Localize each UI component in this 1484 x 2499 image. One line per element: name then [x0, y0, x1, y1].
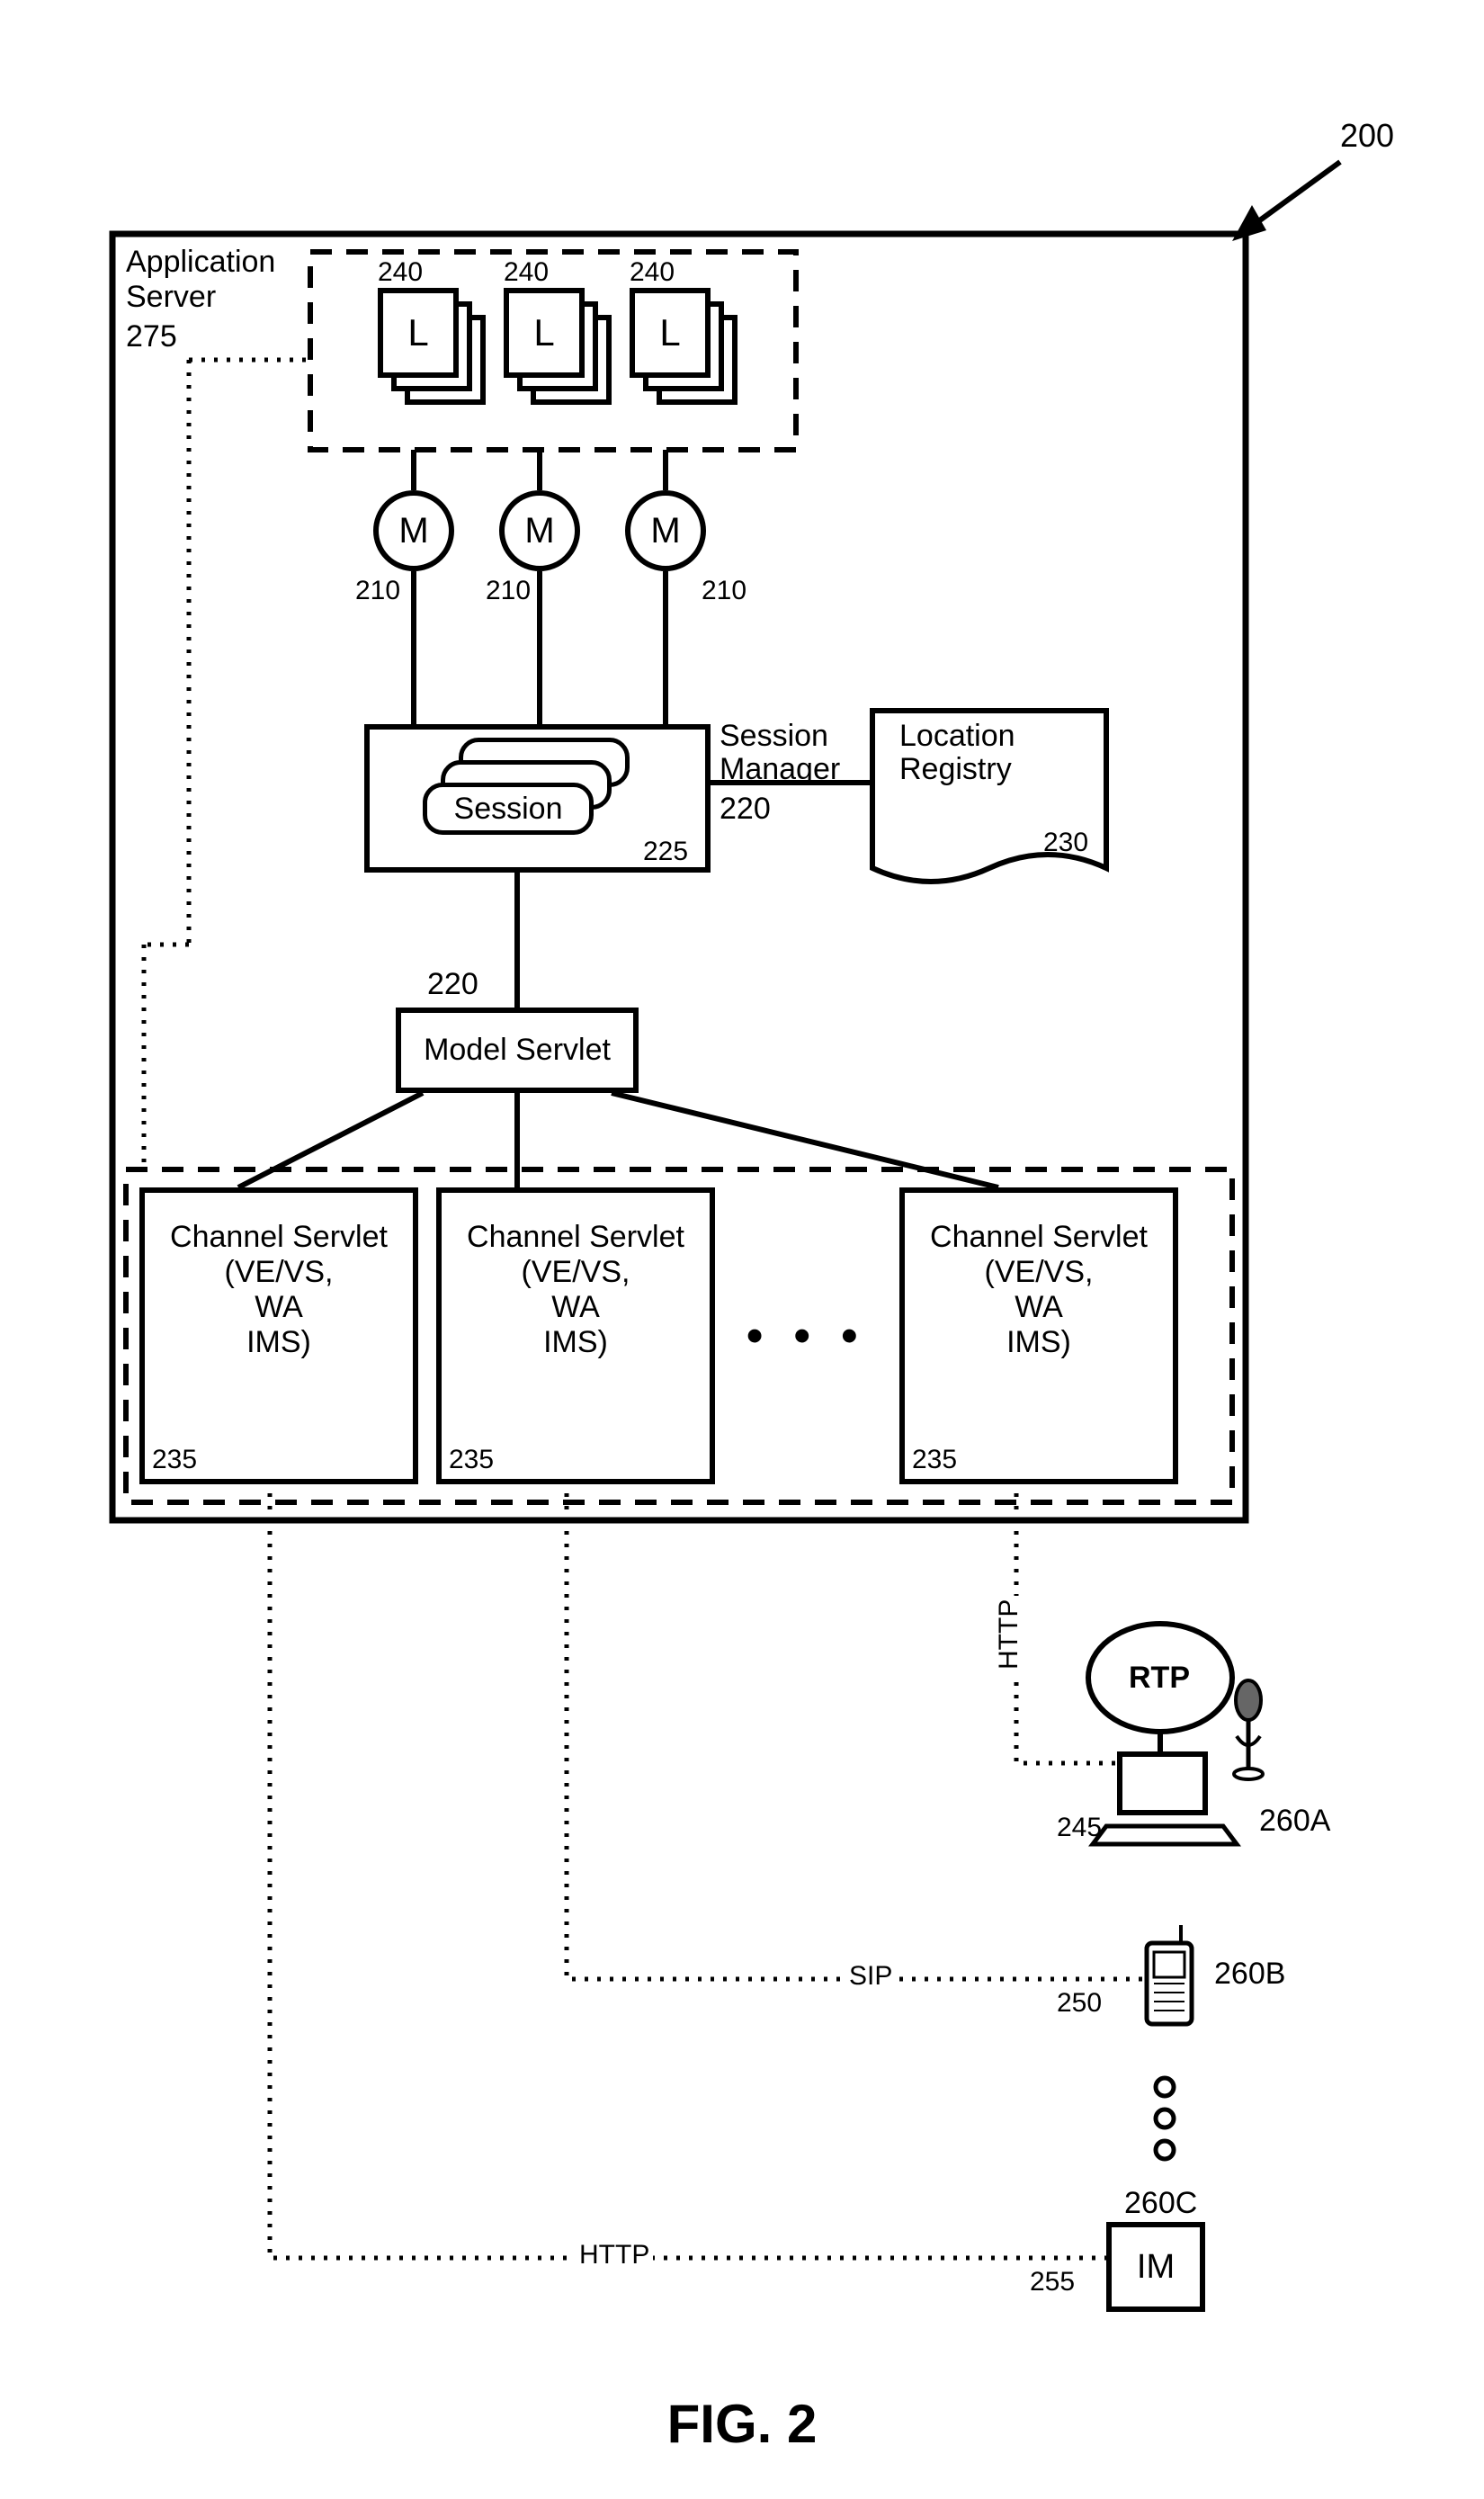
- page: 200 Application Server 275 L 240 L 240 L…: [0, 0, 1484, 2499]
- cs2-ref: 235: [449, 1445, 494, 1475]
- cs1-l3: WA: [145, 1290, 413, 1325]
- mediator-2-ref: 210: [486, 576, 531, 606]
- listener-3: L: [630, 288, 711, 378]
- model-servlet-label: Model Servlet: [424, 1033, 611, 1068]
- listener-1-ref: 240: [378, 257, 423, 288]
- cs1-l2: (VE/VS,: [145, 1255, 413, 1290]
- cs3-ref: 235: [912, 1445, 957, 1475]
- figure-ref: 200: [1340, 117, 1394, 155]
- listener-3-ref: 240: [630, 257, 675, 288]
- session-manager-label: Session Manager: [720, 720, 840, 787]
- listener-1: L: [378, 288, 459, 378]
- dev2-ref: 250: [1057, 1988, 1102, 2019]
- cs3-l4: IMS): [905, 1325, 1173, 1360]
- mediator-2: M: [499, 490, 580, 571]
- listener-2: L: [504, 288, 585, 378]
- app-server-label: Application Server: [126, 245, 275, 315]
- cs1-l4: IMS): [145, 1325, 413, 1360]
- im-device: IM: [1106, 2222, 1205, 2312]
- session-ref: 225: [643, 837, 688, 867]
- session-manager-ref: 220: [720, 792, 771, 827]
- channel-servlet-2: Channel Servlet (VE/VS, WA IMS) 235: [436, 1187, 715, 1484]
- mediator-3-ref: 210: [702, 576, 746, 606]
- rtp-label: RTP: [1129, 1661, 1190, 1696]
- cs2-l2: (VE/VS,: [442, 1255, 710, 1290]
- cs3-l2: (VE/VS,: [905, 1255, 1173, 1290]
- model-servlet-ref: 220: [427, 967, 478, 1002]
- location-registry-label: Location Registry: [899, 720, 1015, 787]
- cs2-title: Channel Servlet: [442, 1220, 710, 1255]
- listener-2-ref: 240: [504, 257, 549, 288]
- location-registry-ref: 230: [1043, 828, 1088, 858]
- dev1-tag: 260A: [1259, 1804, 1330, 1839]
- http-label-2: HTTP: [576, 2240, 653, 2271]
- dev2-tag: 260B: [1214, 1957, 1285, 1992]
- mediator-1: M: [373, 490, 454, 571]
- cs3-l3: WA: [905, 1290, 1173, 1325]
- cs2-l4: IMS): [442, 1325, 710, 1360]
- http-label-1: HTTP: [994, 1596, 1024, 1673]
- mediator-1-ref: 210: [355, 576, 400, 606]
- mediator-3: M: [625, 490, 706, 571]
- sip-label: SIP: [845, 1961, 896, 1992]
- dev3-tag: 260C: [1124, 2186, 1197, 2221]
- cs2-l3: WA: [442, 1290, 710, 1325]
- model-servlet-box: Model Servlet: [396, 1008, 639, 1093]
- servlet-ellipsis: • • •: [746, 1309, 867, 1363]
- dev3-ref: 255: [1030, 2267, 1075, 2297]
- session-pill: Session: [423, 783, 594, 835]
- channel-servlet-3: Channel Servlet (VE/VS, WA IMS) 235: [899, 1187, 1178, 1484]
- channel-servlet-1: Channel Servlet (VE/VS, WA IMS) 235: [139, 1187, 418, 1484]
- figure-label: FIG. 2: [0, 2393, 1484, 2455]
- cs1-ref: 235: [152, 1445, 197, 1475]
- cs1-title: Channel Servlet: [145, 1220, 413, 1255]
- cs3-title: Channel Servlet: [905, 1220, 1173, 1255]
- app-server-ref: 275: [126, 319, 177, 354]
- dev1-ref: 245: [1057, 1813, 1102, 1843]
